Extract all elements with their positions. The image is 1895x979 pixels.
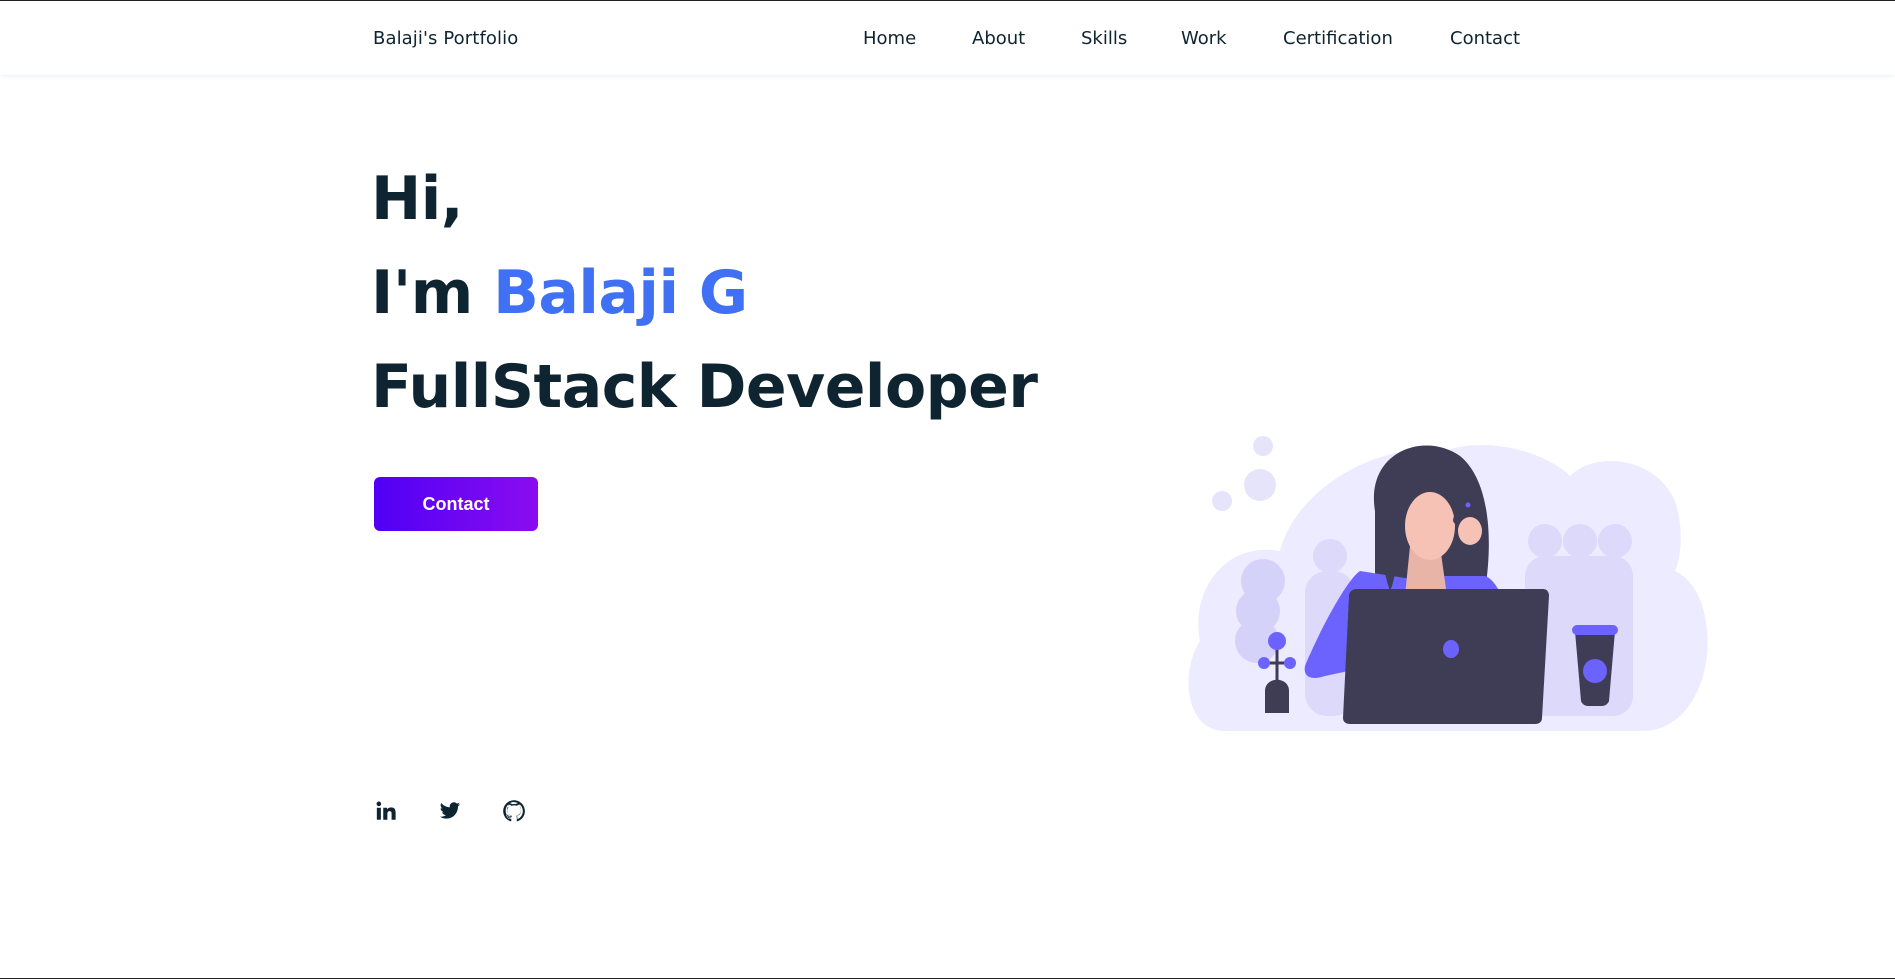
- twitter-icon[interactable]: [438, 799, 462, 823]
- site-header: Balaji's Portfolio Home About Skills Wor…: [0, 1, 1895, 75]
- hero-greeting: Hi,: [371, 164, 464, 234]
- github-icon[interactable]: [502, 799, 526, 823]
- nav-about[interactable]: About: [972, 28, 1025, 49]
- contact-button[interactable]: Contact: [374, 477, 538, 531]
- nav-home[interactable]: Home: [863, 28, 916, 49]
- nav-skills[interactable]: Skills: [1081, 28, 1127, 49]
- hero-name: Balaji G: [493, 258, 748, 328]
- nav-certification[interactable]: Certification: [1283, 28, 1393, 49]
- hero-name-prefix: I'm: [371, 258, 494, 328]
- linkedin-icon[interactable]: [374, 799, 398, 823]
- nav-work[interactable]: Work: [1181, 28, 1227, 49]
- hero-role: FullStack Developer: [371, 352, 1038, 422]
- page: Balaji's Portfolio Home About Skills Wor…: [0, 0, 1895, 979]
- hero-illustration: [1185, 431, 1715, 741]
- site-logo[interactable]: Balaji's Portfolio: [373, 28, 518, 49]
- nav-contact[interactable]: Contact: [1450, 28, 1520, 49]
- hero-name-line: I'm Balaji G: [371, 263, 748, 323]
- social-links: [374, 799, 526, 823]
- floating-bubbles: [1212, 436, 1276, 511]
- laptop-icon: [1343, 589, 1549, 724]
- main-nav: Home About Skills Work Certification Con…: [0, 1, 1895, 75]
